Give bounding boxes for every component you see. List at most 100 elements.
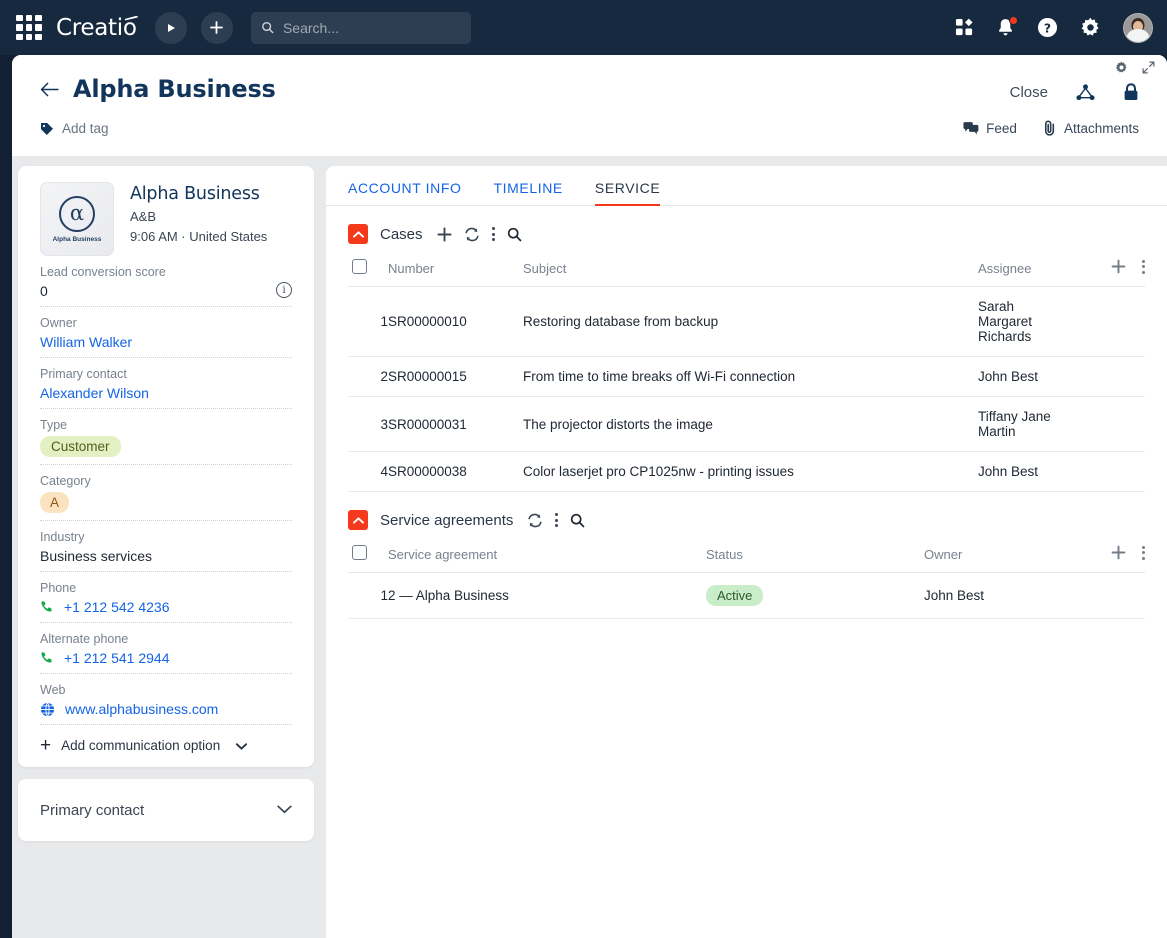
chevron-down-icon[interactable] [236, 738, 248, 753]
attachments-label: Attachments [1063, 120, 1139, 136]
paperclip-icon [1044, 120, 1055, 136]
tab-service[interactable]: SERVICE [594, 180, 661, 206]
cases-table-kebab-icon[interactable] [1142, 259, 1145, 274]
chevron-down-icon[interactable] [277, 801, 292, 819]
play-icon[interactable] [154, 11, 187, 44]
gear-icon[interactable] [1080, 17, 1101, 38]
row-index: 1 [348, 286, 388, 357]
table-row[interactable]: 1 2 — Alpha Business Active John Best [348, 572, 1145, 619]
column-header-status[interactable]: Status [706, 536, 924, 573]
field-value-link[interactable]: William Walker [40, 334, 292, 350]
feed-link[interactable]: Feed [963, 121, 1017, 136]
column-header-service-agreement[interactable]: Service agreement [388, 536, 706, 573]
add-communication-option-button[interactable]: + Add communication option [40, 725, 292, 755]
field-label: Category [40, 474, 91, 488]
phone-value-link[interactable]: +1 212 541 2944 [64, 650, 170, 666]
info-icon[interactable]: i [276, 282, 292, 298]
field-value-link[interactable]: Alexander Wilson [40, 385, 292, 401]
field-label: Lead conversion score [40, 265, 166, 279]
close-button[interactable]: Close [1010, 84, 1048, 101]
case-number-link[interactable]: SR00000010 [388, 286, 523, 357]
status-badge: Active [706, 585, 764, 606]
case-assignee-link[interactable]: John Best [978, 356, 1065, 397]
case-subject: From time to time breaks off Wi-Fi conne… [523, 356, 978, 397]
phone-icon[interactable] [40, 651, 54, 665]
search-input[interactable] [282, 19, 461, 36]
table-row[interactable]: 2 SR00000015 From time to time breaks of… [348, 356, 1145, 397]
plus-icon[interactable] [200, 11, 233, 44]
select-all-checkbox[interactable] [352, 545, 367, 560]
top-navigation-bar: Creatio Search... ? [0, 0, 1167, 55]
marketplace-icon[interactable] [955, 18, 974, 37]
type-badge[interactable]: Customer [40, 436, 121, 457]
creatio-logo: Creatio [56, 15, 141, 41]
user-avatar[interactable] [1123, 12, 1153, 43]
field-label: Phone [40, 581, 77, 595]
record-body: α Alpha Business Alpha Business A&B 9:06… [12, 156, 1167, 938]
case-assignee-link[interactable]: Sarah Margaret Richards [978, 286, 1065, 357]
lock-icon[interactable] [1123, 83, 1139, 101]
refresh-icon[interactable] [527, 513, 543, 528]
expand-icon[interactable] [1142, 61, 1155, 74]
global-search-box[interactable] [250, 11, 471, 44]
column-header-subject[interactable]: Subject [523, 250, 978, 287]
help-circle-icon[interactable]: ? [1037, 17, 1058, 38]
row-index: 2 [348, 356, 388, 397]
row-spacer [1073, 572, 1145, 619]
case-assignee-link[interactable]: John Best [978, 451, 1065, 492]
column-header-assignee[interactable]: Assignee [978, 250, 1065, 287]
primary-contact-card[interactable]: Primary contact [18, 779, 314, 842]
service-agreements-section-header: Service agreements [348, 492, 1145, 536]
collapse-toggle-icon[interactable] [348, 224, 368, 244]
cases-kebab-icon[interactable] [491, 227, 495, 241]
service-agreements-title: Service agreements [380, 511, 514, 529]
phone-value-link[interactable]: +1 212 542 4236 [64, 599, 170, 615]
column-header-number[interactable]: Number [388, 250, 523, 287]
field-industry: Industry Business services [40, 521, 292, 572]
field-label: Primary contact [40, 367, 127, 381]
account-logo-caption: Alpha Business [52, 235, 102, 243]
add-case-icon[interactable] [436, 226, 452, 242]
case-number-link[interactable]: SR00000031 [388, 396, 523, 452]
field-label: Owner [40, 316, 77, 330]
gear-icon[interactable] [1115, 61, 1128, 74]
apps-grid-icon[interactable] [16, 14, 42, 41]
owner-link[interactable]: John Best [924, 572, 1073, 619]
tab-account-info[interactable]: ACCOUNT INFO [348, 180, 462, 205]
refresh-icon[interactable] [464, 227, 480, 242]
cases-search-icon[interactable] [507, 227, 522, 242]
field-value: 0 [40, 283, 48, 299]
category-badge[interactable]: A [40, 492, 70, 513]
bell-icon[interactable] [996, 15, 1018, 38]
record-title-row: Alpha Business [40, 75, 276, 103]
service-agreement-link[interactable]: 2 — Alpha Business [388, 572, 706, 619]
service-agreements-table-kebab-icon[interactable] [1142, 545, 1145, 560]
back-arrow-icon[interactable] [40, 82, 59, 97]
field-label: Industry [40, 530, 85, 544]
tab-timeline[interactable]: TIMELINE [494, 180, 563, 205]
field-category: Category A [40, 465, 292, 521]
add-column-icon[interactable] [1111, 545, 1126, 560]
share-nodes-icon[interactable] [1076, 83, 1095, 101]
add-tag-button[interactable]: Add tag [40, 121, 109, 136]
add-column-icon[interactable] [1111, 259, 1126, 274]
service-agreements-search-icon[interactable] [570, 513, 585, 528]
service-agreements-kebab-icon[interactable] [555, 513, 559, 527]
attachments-link[interactable]: Attachments [1043, 120, 1139, 136]
table-row[interactable]: 3 SR00000031 The projector distorts the … [348, 396, 1145, 452]
case-number-link[interactable]: SR00000038 [388, 451, 523, 492]
table-row[interactable]: 1 SR00000010 Restoring database from bac… [348, 286, 1145, 357]
globe-icon[interactable] [40, 702, 55, 717]
record-header-actions: Close [1010, 83, 1139, 101]
column-header-owner[interactable]: Owner [924, 536, 1073, 573]
service-agreements-table-tools [1073, 536, 1145, 573]
case-number-link[interactable]: SR00000015 [388, 356, 523, 397]
phone-icon[interactable] [40, 600, 54, 614]
select-all-checkbox[interactable] [352, 259, 367, 274]
table-row[interactable]: 4 SR00000038 Color laserjet pro CP1025nw… [348, 451, 1145, 492]
web-value-link[interactable]: www.alphabusiness.com [65, 701, 218, 717]
account-logo-glyph: α [59, 195, 95, 232]
service-agreements-section: Service agreements Service agreement Sta… [326, 492, 1167, 619]
collapse-toggle-icon[interactable] [348, 510, 368, 530]
case-assignee-link[interactable]: Tiffany Jane Martin [978, 396, 1065, 452]
